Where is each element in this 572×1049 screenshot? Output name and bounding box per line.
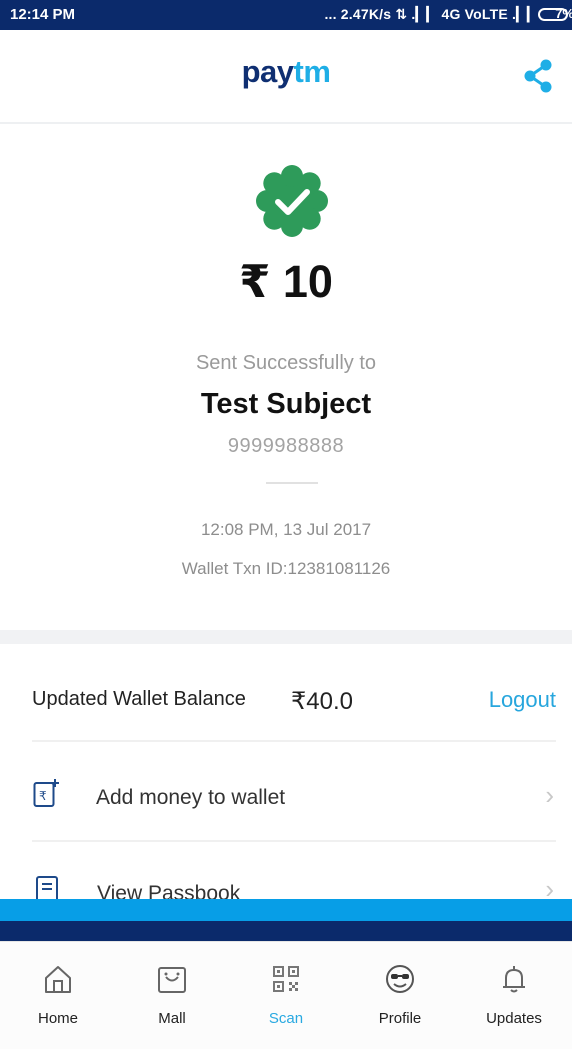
add-money-icon: ₹	[33, 779, 59, 807]
nav-home[interactable]: Home	[1, 942, 115, 1049]
bottom-navigation: Home Mall Scan Profile Updates	[0, 941, 572, 1049]
view-passbook-row[interactable]: View Passbook ›	[0, 842, 572, 899]
section-separator	[0, 630, 572, 644]
transaction-id: Wallet Txn ID:12381081126	[181, 559, 391, 578]
success-check-icon	[256, 165, 328, 237]
divider	[266, 482, 318, 484]
wallet-balance-value: ₹40.0	[291, 688, 353, 715]
chevron-right-icon: ›	[545, 874, 554, 899]
svg-text:₹: ₹	[39, 789, 47, 803]
mall-bag-icon	[158, 967, 186, 993]
qr-code-icon	[273, 966, 299, 992]
add-money-row[interactable]: ₹ Add money to wallet ›	[0, 742, 572, 840]
home-icon	[45, 966, 71, 993]
battery-percent: 7%	[555, 6, 572, 21]
recipient-phone: 9999988888	[227, 435, 345, 457]
nav-scan[interactable]: Scan	[229, 942, 343, 1049]
bell-icon	[503, 966, 525, 993]
view-passbook-label: View Passbook	[97, 882, 241, 899]
promo-band-light	[0, 899, 572, 921]
recipient-name: Test Subject	[200, 388, 372, 420]
promo-band-dark	[0, 921, 572, 941]
app-header: paytm	[0, 30, 572, 124]
logo-tm-text: tm	[293, 54, 331, 89]
nav-profile[interactable]: Profile	[343, 942, 457, 1049]
amount: ₹ 10	[239, 256, 333, 307]
chevron-right-icon: ›	[545, 780, 554, 810]
nav-scan-label: Scan	[268, 1010, 304, 1027]
paytm-logo: paytm	[0, 54, 572, 90]
nav-mall-label: Mall	[158, 1010, 186, 1027]
nav-home-label: Home	[37, 1010, 78, 1027]
status-bar: 12:14 PM ... 2.47K/s ⇅ .▎▎ 4G VoLTE .▎▎ …	[0, 0, 572, 30]
nav-updates-label: Updates	[486, 1010, 542, 1027]
nav-mall[interactable]: Mall	[115, 942, 229, 1049]
wallet-balance-label: Updated Wallet Balance	[32, 688, 246, 710]
add-money-label: Add money to wallet	[96, 786, 286, 809]
nav-profile-label: Profile	[378, 1010, 422, 1027]
nav-updates[interactable]: Updates	[457, 942, 571, 1049]
status-time: 12:14 PM	[10, 6, 76, 23]
logout-button[interactable]: Logout	[489, 687, 556, 713]
sent-label: Sent Successfully to	[195, 352, 377, 374]
passbook-icon	[36, 876, 58, 899]
share-icon[interactable]	[522, 58, 554, 94]
profile-face-icon	[386, 965, 414, 993]
status-indicators: ... 2.47K/s ⇅ .▎▎ 4G VoLTE .▎▎	[324, 6, 538, 22]
transaction-datetime: 12:08 PM, 13 Jul 2017	[200, 520, 372, 539]
logo-pay-text: pay	[241, 54, 294, 89]
